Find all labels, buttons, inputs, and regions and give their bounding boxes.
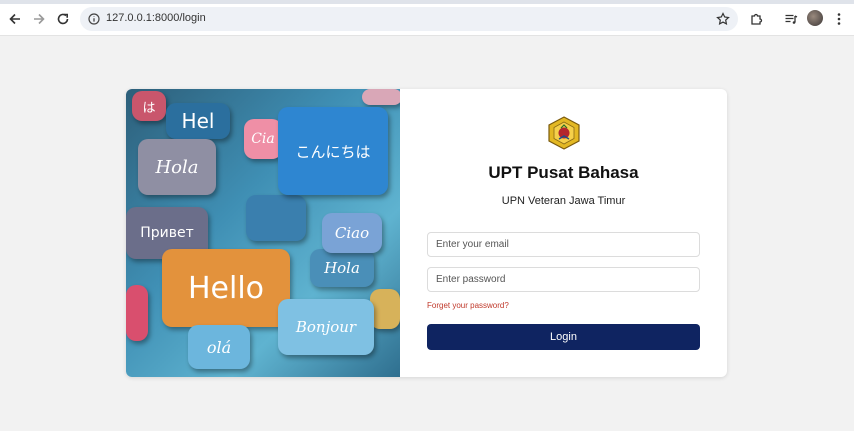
address-bar[interactable]: 127.0.0.1:8000/login [80,7,738,31]
speech-bubble-ha: は [132,91,166,121]
info-icon[interactable] [88,13,100,25]
email-input[interactable] [427,232,700,257]
back-button[interactable] [6,10,24,28]
speech-bubble-hello: Hello [162,249,290,327]
speech-bubble-bonjour: Bonjour [278,299,374,355]
languages-hero-image: は Hel Cia Hola こんにちは Привет Hola Ciao He… [126,89,400,377]
speech-bubble-konnichiwa: こんにちは [278,107,388,195]
page-title: UPT Pusat Bahasa [488,163,639,182]
speech-bubble-decoration [362,89,400,105]
login-button[interactable]: Login [427,324,700,350]
browser-menu-button[interactable] [830,10,848,28]
arrow-left-icon [9,13,20,25]
tab-strip-edge [0,0,854,4]
speech-bubble-ciao: Ciao [322,213,382,253]
kebab-menu-icon [837,13,841,25]
reload-icon [57,13,69,25]
password-input[interactable] [427,267,700,292]
reload-button[interactable] [54,10,72,28]
arrow-right-icon [34,13,45,25]
speech-bubble-hola: Hola [138,139,216,195]
speech-bubble-hola-secondary: Hola [310,249,374,287]
forgot-password-link[interactable]: Forget your password? [427,301,509,310]
media-controls-icon [785,14,798,24]
speech-bubble-decoration [126,285,148,341]
speech-bubble-hel: Hel [166,103,230,139]
speech-bubble-decoration [246,195,306,241]
browser-toolbar: 127.0.0.1:8000/login [0,0,854,36]
url-text[interactable]: 127.0.0.1:8000/login [106,12,206,24]
speech-bubble-cia: Cia [244,119,282,159]
puzzle-icon [751,13,763,25]
media-controls-button[interactable] [782,10,800,28]
speech-bubble-decoration [370,289,400,329]
extensions-button[interactable] [747,10,765,28]
profile-avatar[interactable] [807,10,823,26]
forward-button[interactable] [30,10,48,28]
university-emblem-logo [548,116,580,150]
star-icon[interactable] [716,12,730,26]
page-subtitle: UPN Veteran Jawa Timur [501,195,626,207]
login-form: UPT Pusat Bahasa UPN Veteran Jawa Timur … [400,89,727,377]
login-card: は Hel Cia Hola こんにちは Привет Hola Ciao He… [126,89,727,377]
speech-bubble-ola: olá [188,325,250,369]
